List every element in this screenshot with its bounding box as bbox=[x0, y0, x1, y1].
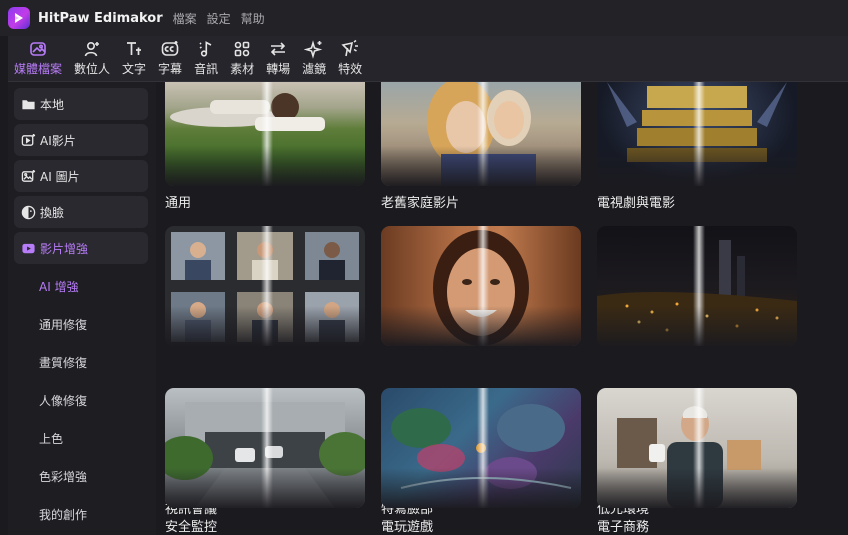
avatar-add-icon bbox=[82, 39, 102, 59]
tab-label: 文字 bbox=[122, 62, 147, 76]
tab-subtitle[interactable]: 字幕 bbox=[158, 36, 182, 82]
audio-icon bbox=[196, 39, 216, 59]
media-icon bbox=[28, 39, 48, 59]
app-title: HitPaw Edimakor bbox=[38, 10, 163, 26]
effects-icon bbox=[340, 39, 360, 59]
subtitle-icon bbox=[160, 39, 180, 59]
subitem-portrait-repair[interactable]: 人像修復 bbox=[39, 392, 87, 409]
template-label: 電視劇與電影 bbox=[597, 196, 676, 211]
transition-icon bbox=[268, 39, 288, 59]
thumbnail-studio-logo bbox=[597, 82, 797, 186]
folder-icon bbox=[20, 96, 36, 112]
tab-transition[interactable]: 轉場 bbox=[266, 36, 290, 82]
thumbnail-smiling-face bbox=[381, 226, 581, 346]
sidebar-item-video-enhance[interactable]: 影片增強 bbox=[14, 232, 148, 264]
assets-icon bbox=[232, 39, 252, 59]
tab-label: 字幕 bbox=[158, 62, 183, 76]
tab-label: 數位人 bbox=[74, 62, 111, 76]
thumbnail-video-call-grid bbox=[165, 226, 365, 346]
thumbnail-family-portrait bbox=[381, 82, 581, 186]
text-icon bbox=[124, 39, 144, 59]
sidebar: 本地 AI影片 AI 圖片 換臉 影片增強 AI 增強 通用修復 畫質修復 人像… bbox=[8, 82, 156, 535]
face-swap-icon bbox=[20, 204, 36, 220]
thumbnail-grass-reading bbox=[165, 82, 365, 186]
tab-filter[interactable]: 濾鏡 bbox=[302, 36, 326, 82]
sidebar-item-face-swap[interactable]: 換臉 bbox=[14, 196, 148, 228]
video-enhance-icon bbox=[20, 240, 36, 256]
tab-label: 音訊 bbox=[194, 62, 219, 76]
thumbnail-night-city bbox=[597, 226, 797, 346]
sidebar-item-label: AI 圖片 bbox=[40, 169, 80, 184]
enhance-template-grid: 通用 老舊家庭影片 電視劇與電影 視訊會議 特寫臉部 低光環境 安全監控 電玩遊… bbox=[156, 82, 848, 535]
sidebar-item-ai-video[interactable]: AI影片 bbox=[14, 124, 148, 156]
thumbnail-security-camera bbox=[165, 388, 365, 508]
sidebar-item-label: AI影片 bbox=[40, 133, 76, 148]
thumbnail-game-map bbox=[381, 388, 581, 508]
tab-text[interactable]: 文字 bbox=[122, 36, 146, 82]
subitem-color-enhance[interactable]: 色彩增強 bbox=[39, 468, 87, 485]
tab-digital-human[interactable]: 數位人 bbox=[74, 36, 110, 82]
tab-effects[interactable]: 特效 bbox=[338, 36, 362, 82]
menu-help[interactable]: 幫助 bbox=[241, 10, 265, 27]
subitem-my-creations[interactable]: 我的創作 bbox=[39, 506, 87, 523]
subitem-general-repair[interactable]: 通用修復 bbox=[39, 316, 87, 333]
title-bar: HitPaw Edimakor 檔案 設定 幫助 bbox=[0, 0, 848, 36]
sidebar-item-label: 本地 bbox=[40, 97, 65, 112]
tab-audio[interactable]: 音訊 bbox=[194, 36, 218, 82]
tab-label: 轉場 bbox=[266, 62, 291, 76]
thumbnail-product-presenter bbox=[597, 388, 797, 508]
template-label: 電玩遊戲 bbox=[381, 520, 434, 535]
template-label: 安全監控 bbox=[165, 520, 218, 535]
tab-label: 濾鏡 bbox=[302, 62, 327, 76]
template-label: 老舊家庭影片 bbox=[381, 196, 460, 211]
ai-video-icon bbox=[20, 132, 36, 148]
menu-settings[interactable]: 設定 bbox=[207, 10, 231, 27]
sidebar-item-label: 影片增強 bbox=[40, 241, 89, 256]
tab-label: 特效 bbox=[338, 62, 363, 76]
menu-file[interactable]: 檔案 bbox=[173, 10, 197, 27]
sidebar-item-local[interactable]: 本地 bbox=[14, 88, 148, 120]
tab-media[interactable]: 媒體檔案 bbox=[14, 36, 62, 82]
subitem-ai-enhance[interactable]: AI 增強 bbox=[39, 278, 79, 295]
tab-label: 媒體檔案 bbox=[14, 62, 63, 76]
tab-assets[interactable]: 素材 bbox=[230, 36, 254, 82]
tab-label: 素材 bbox=[230, 62, 255, 76]
subitem-quality-repair[interactable]: 畫質修復 bbox=[39, 354, 87, 371]
template-label: 電子商務 bbox=[597, 520, 650, 535]
main-toolbar: 媒體檔案 數位人 文字 字幕 音訊 素材 轉場 濾鏡 特效 bbox=[8, 36, 848, 82]
sidebar-item-ai-image[interactable]: AI 圖片 bbox=[14, 160, 148, 192]
subitem-colorize[interactable]: 上色 bbox=[39, 430, 63, 447]
ai-image-icon bbox=[20, 168, 36, 184]
app-logo-icon bbox=[8, 7, 30, 29]
filter-icon bbox=[303, 39, 324, 59]
sidebar-item-label: 換臉 bbox=[40, 205, 65, 220]
template-label: 通用 bbox=[165, 196, 192, 211]
